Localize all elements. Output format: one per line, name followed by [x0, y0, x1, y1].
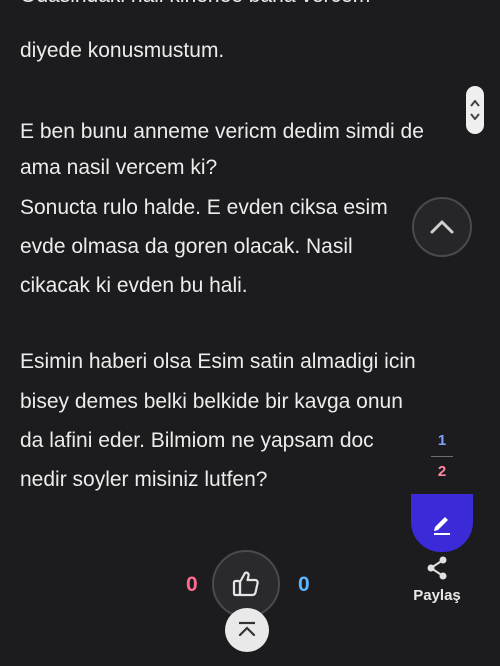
pencil-icon	[434, 517, 450, 535]
current-page: 1	[437, 432, 447, 449]
post-line: da lafini eder. Bilmiom ne yapsam doc	[20, 429, 374, 452]
post-line: diyede konusmustum.	[20, 39, 225, 62]
post-line: Esimin haberi olsa Esim satin almadigi i…	[20, 350, 416, 373]
post-line: ama nasil vercem ki?	[20, 156, 218, 179]
post-line: bisey demes belki belkide bir kavga onun	[20, 390, 403, 413]
share-button[interactable]: Paylaş	[404, 556, 470, 604]
back-to-top-button[interactable]	[225, 608, 269, 652]
post-line: cikacak ki evden bu hali.	[20, 274, 248, 297]
page-divider	[431, 456, 453, 457]
scroll-up-button[interactable]	[412, 197, 472, 257]
page-indicator: 1 2	[420, 430, 464, 483]
total-pages: 2	[437, 463, 447, 480]
scroll-down-arrow-icon	[470, 113, 480, 120]
share-label: Paylaş	[413, 587, 461, 604]
post-line: nedir soyler misiniz lutfen?	[20, 468, 268, 491]
post-line: Odasindaki hali kirlenee bana vercem	[20, 0, 370, 11]
write-comment-button[interactable]	[411, 494, 473, 552]
thumbs-up-icon	[232, 571, 259, 597]
scroll-up-arrow-icon	[470, 100, 480, 107]
arrow-to-top-icon	[238, 621, 256, 637]
post-line: E ben bunu anneme vericm dedim simdi de	[20, 120, 424, 143]
post-line: Sonucta rulo halde. E evden ciksa esim	[20, 196, 388, 219]
like-count: 0	[298, 573, 310, 596]
share-icon	[427, 556, 447, 580]
chevron-up-icon	[430, 220, 454, 234]
post-line: evde olmasa da goren olacak. Nasil	[20, 235, 353, 258]
dislike-count: 0	[186, 573, 198, 596]
scrollbar-thumb[interactable]	[466, 86, 484, 134]
